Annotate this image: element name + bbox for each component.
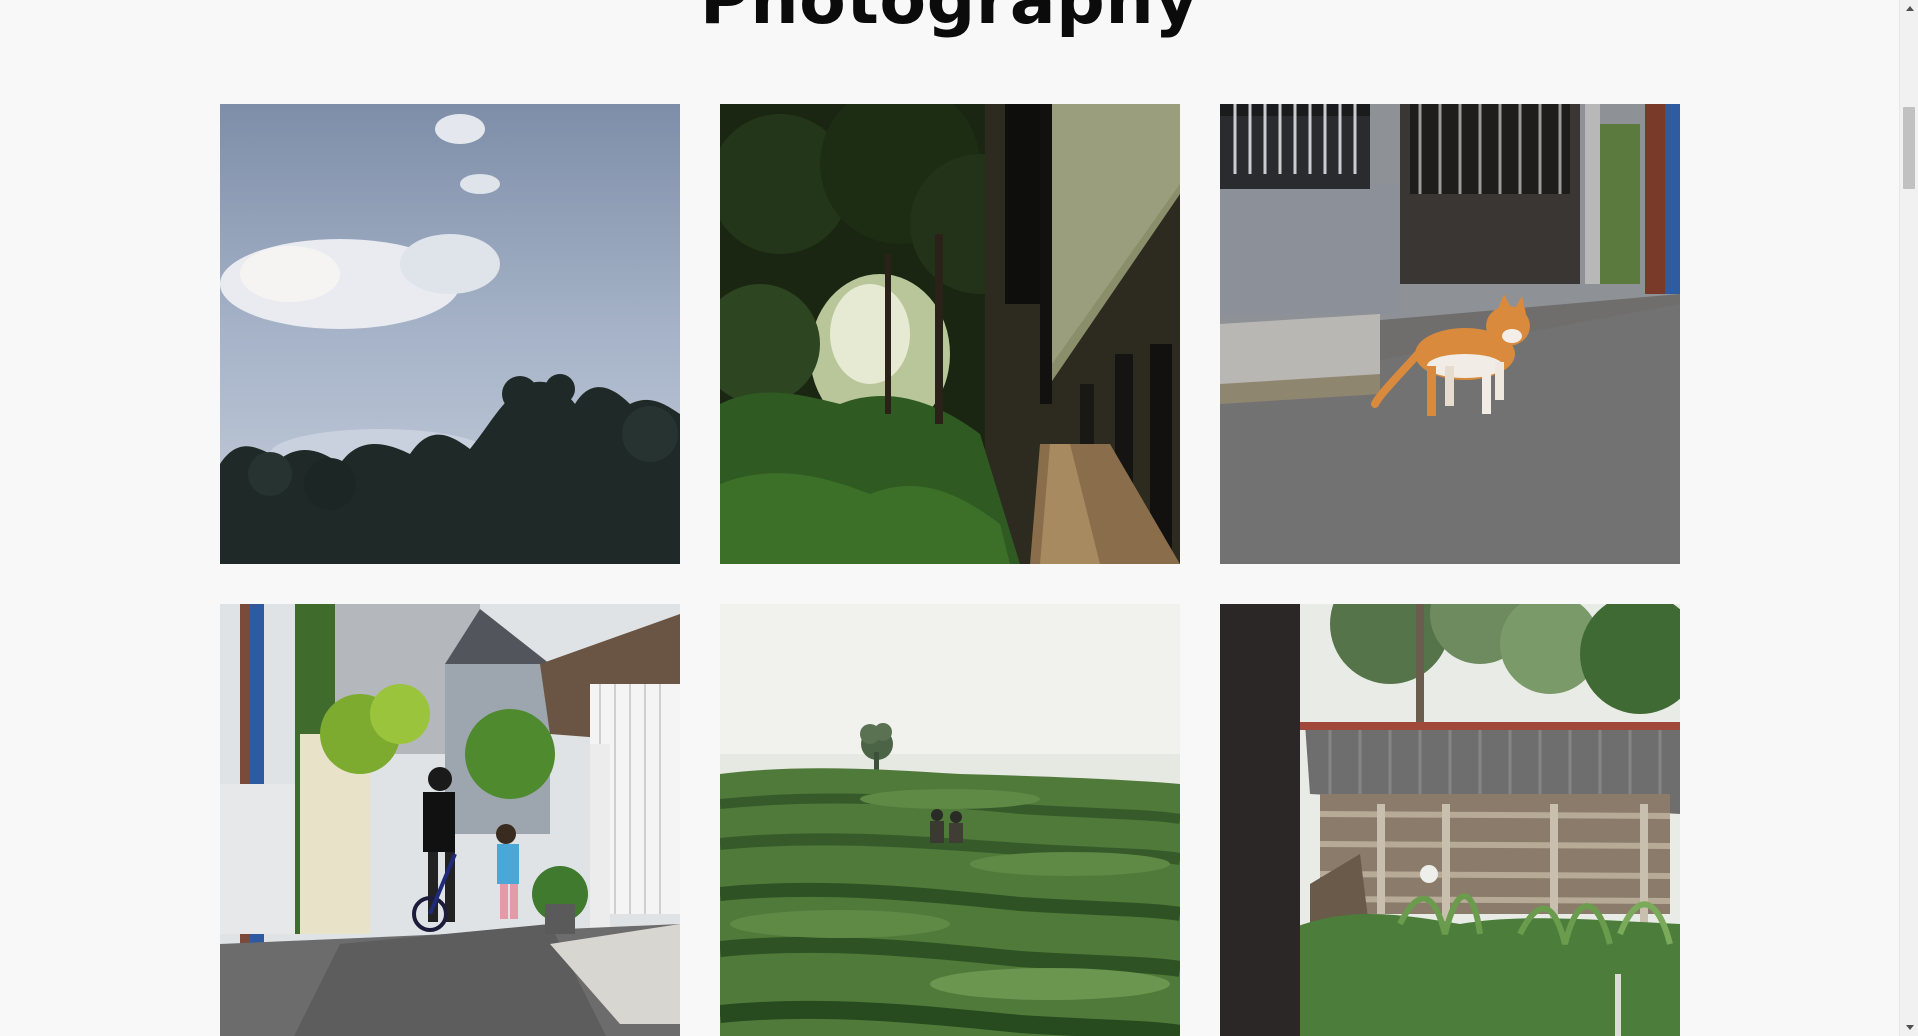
photo-wooden-shed[interactable]	[1220, 604, 1680, 1036]
photo-alley-bicycle-image	[220, 604, 680, 1036]
vertical-scrollbar[interactable]	[1899, 0, 1918, 1036]
photo-gallery	[220, 104, 1680, 1036]
page-title: Photography	[699, 0, 1200, 40]
photo-cloudy-sky[interactable]	[220, 104, 680, 564]
scrollbar-thumb[interactable]	[1903, 107, 1915, 189]
photo-forest-path-image	[720, 104, 1180, 564]
photo-tea-plantation-image	[720, 604, 1180, 1036]
photo-orange-cat[interactable]	[1220, 104, 1680, 564]
photo-tea-plantation[interactable]	[720, 604, 1180, 1036]
page: Photography	[0, 0, 1899, 1036]
photo-alley-bicycle[interactable]	[220, 604, 680, 1036]
photo-cloudy-sky-image	[220, 104, 680, 564]
scroll-up-arrow-icon[interactable]	[1900, 0, 1918, 17]
photo-orange-cat-image	[1220, 104, 1680, 564]
photo-wooden-shed-image	[1220, 604, 1680, 1036]
photo-forest-path[interactable]	[720, 104, 1180, 564]
scroll-down-arrow-icon[interactable]	[1900, 1019, 1918, 1036]
